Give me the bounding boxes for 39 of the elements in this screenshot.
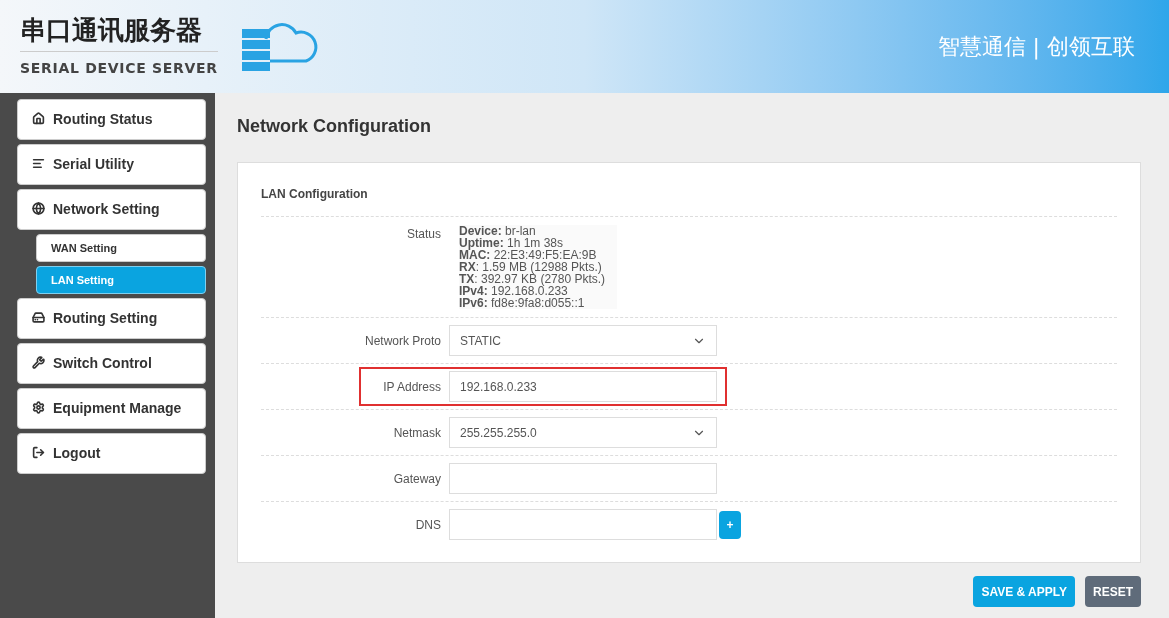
nav-icon <box>32 112 45 125</box>
reset-button[interactable]: RESET <box>1085 576 1141 607</box>
input-field[interactable] <box>449 463 717 494</box>
nav-subitem[interactable]: WAN Setting <box>36 234 206 262</box>
status-line: IPv4: 192.168.0.233 <box>459 285 568 297</box>
field-label: DNS <box>415 516 441 534</box>
nav-icon <box>32 401 45 414</box>
nav-icon <box>32 202 45 215</box>
page-title: Network Configuration <box>237 115 432 138</box>
select-field[interactable]: STATIC <box>449 325 717 356</box>
status-line: Uptime: 1h 1m 38s <box>459 237 564 249</box>
status-line: TX: 392.97 KB (2780 Pkts.) <box>459 273 606 285</box>
nav-icon <box>32 311 45 324</box>
field-label: IP Address <box>383 378 441 396</box>
status-line: Device: br-lan <box>459 225 537 237</box>
product-title: 串口通讯服务器 <box>20 14 218 52</box>
status-line: IPv6: fd8e:9fa8:d055::1 <box>459 297 586 309</box>
status-label: Status <box>405 226 441 243</box>
nav-item[interactable]: Switch Control <box>17 343 206 384</box>
input-field[interactable] <box>449 509 717 540</box>
select-field[interactable]: 255.255.255.0 <box>449 417 717 448</box>
status-line: MAC: 22:E3:49:F5:EA:9B <box>459 249 598 261</box>
nav-item[interactable]: Serial Utility <box>17 144 206 185</box>
nav-item[interactable]: Routing Status <box>17 99 206 140</box>
nav-icon <box>32 446 45 459</box>
field-label: Netmask <box>393 424 441 442</box>
nav-item[interactable]: Equipment Manage <box>17 388 206 429</box>
input-field[interactable]: 192.168.0.233 <box>449 371 717 402</box>
nav-item[interactable]: Network Setting <box>17 189 206 230</box>
field-label: Network Proto <box>364 332 441 350</box>
field-label: Gateway <box>393 470 441 488</box>
nav-item[interactable]: Logout <box>17 433 206 474</box>
nav-icon <box>32 356 45 369</box>
nav-icon <box>32 157 45 170</box>
slogan-text: 智慧通信 | 创领互联 <box>937 33 1135 62</box>
product-subtitle: SERIAL DEVICE SERVER <box>20 58 218 78</box>
status-line: RX: 1.59 MB (12988 Pkts.) <box>459 261 603 273</box>
nav-item[interactable]: Routing Setting <box>17 298 206 339</box>
section-title: LAN Configuration <box>261 186 369 203</box>
